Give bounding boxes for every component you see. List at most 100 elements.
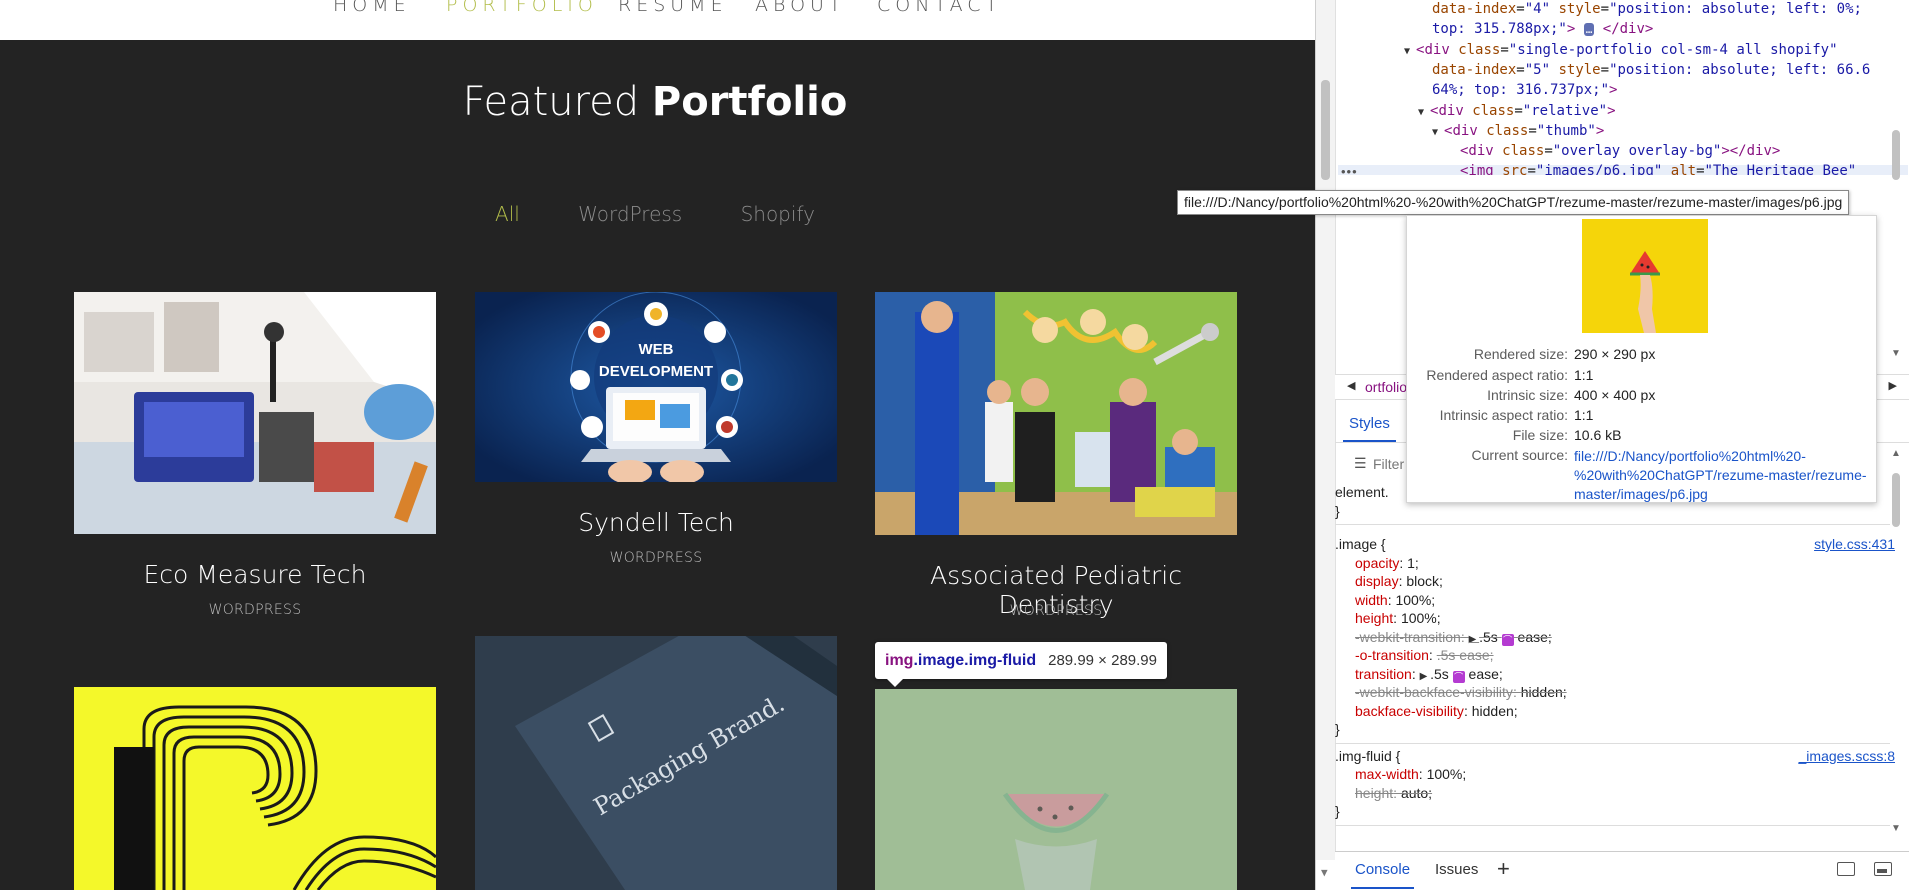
- code-token: >: [1595, 122, 1605, 139]
- nav-home[interactable]: HOME: [333, 0, 411, 16]
- code-token: <div: [1430, 102, 1473, 119]
- rule-close-brace[interactable]: }: [1335, 721, 1340, 737]
- collapsed-ellipsis-icon[interactable]: …: [1583, 23, 1595, 37]
- nav-about[interactable]: ABOUT: [755, 0, 846, 16]
- scroll-down-arrow-icon[interactable]: ▼: [1891, 348, 1901, 359]
- project-thumbnail[interactable]: [875, 292, 1237, 535]
- code-token: top: 315.788px;": [1432, 21, 1567, 38]
- css-declaration[interactable]: -webkit-backface-visibility: hidden;: [1355, 684, 1567, 700]
- css-declaration[interactable]: backface-visibility: hidden;: [1355, 703, 1518, 719]
- nav-resume[interactable]: RESUME: [618, 0, 728, 16]
- css-rule-selector[interactable]: .img-fluid {: [1335, 748, 1400, 764]
- dock-icon[interactable]: [1837, 862, 1855, 876]
- code-token: =: [1600, 1, 1610, 17]
- easing-swatch-icon[interactable]: ⌒: [1452, 670, 1465, 683]
- breadcrumb-item[interactable]: ortfolio: [1365, 379, 1407, 395]
- expand-triangle-icon[interactable]: ▼: [1404, 46, 1416, 57]
- expand-triangle-icon[interactable]: ▶: [1469, 634, 1479, 645]
- breadcrumb-left-arrow-icon[interactable]: ◀: [1347, 379, 1355, 392]
- nav-contact[interactable]: CONTACT: [877, 0, 1002, 16]
- css-declaration[interactable]: opacity: 1;: [1355, 555, 1419, 571]
- tab-console[interactable]: Console: [1350, 861, 1415, 889]
- more-dots-icon[interactable]: •••: [1341, 164, 1358, 179]
- code-token: "The Heritage Bee": [1704, 163, 1857, 175]
- expand-triangle-icon[interactable]: ▼: [1418, 107, 1430, 118]
- dom-node-line[interactable]: <img src="images/p6.jpg" alt="The Herita…: [1460, 163, 1856, 175]
- scroll-down-arrow[interactable]: ▼: [1321, 866, 1328, 879]
- nav-portfolio[interactable]: PORTFOLIO: [446, 0, 598, 16]
- css-declaration[interactable]: -o-transition: .5s ease;: [1355, 647, 1494, 663]
- css-declaration[interactable]: -webkit-transition: ▶ .5s ⌒ ease;: [1355, 629, 1552, 646]
- styles-scrollbar[interactable]: ▲ ▼: [1889, 448, 1903, 838]
- easing-swatch-icon[interactable]: ⌒: [1501, 633, 1514, 646]
- project-thumbnail[interactable]: [875, 689, 1237, 890]
- expand-triangle-icon[interactable]: ▼: [1432, 127, 1444, 138]
- scrollbar-thumb[interactable]: [1892, 130, 1900, 180]
- project-thumbnail[interactable]: Packaging Brand.: [475, 636, 837, 890]
- css-source-link[interactable]: _images.scss:8: [1799, 748, 1895, 764]
- drawer-toggle-icon[interactable]: [1874, 862, 1892, 876]
- dom-node-line[interactable]: data-index="4" style="position: absolute…: [1432, 1, 1862, 17]
- dom-node-line[interactable]: top: 315.788px;"> … </div>: [1432, 21, 1653, 37]
- css-declaration[interactable]: max-width: 100%;: [1355, 766, 1466, 782]
- current-source-link[interactable]: file:///D:/Nancy/portfolio%20html%20-%20…: [1574, 447, 1874, 504]
- add-tab-icon[interactable]: +: [1497, 856, 1510, 882]
- project-title[interactable]: Syndell Tech: [475, 508, 837, 537]
- code-token: style: [1558, 1, 1601, 17]
- css-declaration[interactable]: display: block;: [1355, 573, 1443, 589]
- css-rule-selector[interactable]: .image {: [1335, 536, 1386, 552]
- dom-node-line[interactable]: ▼ <div class="thumb">: [1432, 123, 1604, 139]
- gutter-scrollbar[interactable]: [1321, 80, 1330, 180]
- breadcrumb-right-arrow-icon[interactable]: ▶: [1889, 379, 1897, 392]
- dom-node-line[interactable]: 64%; top: 316.737px;">: [1432, 82, 1617, 98]
- project-thumbnail[interactable]: [74, 292, 436, 534]
- code-token: data-index: [1432, 1, 1517, 17]
- filter-wordpress[interactable]: WordPress: [578, 202, 682, 226]
- image-url-tooltip: file:///D:/Nancy/portfolio%20html%20-%20…: [1177, 190, 1850, 215]
- code-token: =: [1544, 143, 1553, 160]
- rule-divider: [1335, 824, 1890, 826]
- css-declaration[interactable]: height: 100%;: [1355, 610, 1441, 626]
- dom-node-line[interactable]: <div class="overlay overlay-bg"></div>: [1460, 143, 1780, 159]
- project-title[interactable]: Eco Measure Tech: [74, 560, 436, 589]
- rule-close-brace[interactable]: }: [1335, 803, 1340, 819]
- scroll-down-arrow-icon[interactable]: ▼: [1891, 823, 1901, 834]
- css-declaration[interactable]: height: auto;: [1355, 785, 1432, 801]
- packaging-brand-image: Packaging Brand.: [475, 636, 837, 890]
- watermelon-image: [875, 689, 1237, 890]
- css-source-link[interactable]: style.css:431: [1814, 536, 1895, 552]
- tooltip-dimensions: 289.99 × 289.99: [1048, 652, 1157, 669]
- code-token: <img: [1460, 163, 1503, 175]
- css-declaration[interactable]: transition: ▶ .5s ⌒ ease;: [1355, 666, 1503, 683]
- project-thumbnail[interactable]: [74, 687, 436, 890]
- dom-tree-scrollbar[interactable]: ▼: [1889, 130, 1903, 360]
- scroll-up-arrow-icon[interactable]: ▲: [1891, 448, 1901, 459]
- rule-close-brace[interactable]: }: [1335, 503, 1340, 519]
- filter-icon: ☰: [1354, 455, 1367, 471]
- styles-filter-input[interactable]: Filter: [1373, 456, 1404, 472]
- code-token: =: [1516, 61, 1525, 78]
- rule-divider: [1335, 742, 1890, 744]
- top-navigation: HOME PORTFOLIO RESUME ABOUT CONTACT: [0, 0, 1315, 40]
- code-token: =: [1527, 163, 1536, 175]
- filter-all[interactable]: All: [495, 202, 520, 226]
- tab-issues[interactable]: Issues: [1435, 861, 1478, 878]
- elements-dom-tree[interactable]: data-index="4" style="position: absolute…: [1338, 0, 1909, 175]
- css-declaration[interactable]: width: 100%;: [1355, 592, 1435, 608]
- expand-triangle-icon[interactable]: ▶: [1420, 671, 1430, 682]
- tab-styles[interactable]: Styles: [1343, 415, 1396, 442]
- code-token: >: [1566, 21, 1584, 38]
- devtools-gutter: ▼: [1316, 0, 1336, 879]
- dom-node-line[interactable]: ▼ <div class="single-portfolio col-sm-4 …: [1404, 42, 1838, 58]
- portfolio-filters: All WordPress Shopify: [0, 202, 1310, 226]
- code-token: "4": [1524, 1, 1551, 17]
- dom-node-line[interactable]: ▼ <div class="relative">: [1418, 103, 1616, 119]
- code-token: "5": [1524, 61, 1551, 78]
- project-thumbnail[interactable]: WEB DEVELOPMENT: [475, 292, 837, 482]
- filter-shopify[interactable]: Shopify: [741, 202, 815, 226]
- dom-node-line[interactable]: data-index="5" style="position: absolute…: [1432, 62, 1870, 78]
- scrollbar-thumb[interactable]: [1892, 473, 1900, 527]
- element-style-rule[interactable]: element.: [1335, 484, 1389, 500]
- code-token: </div>: [1594, 21, 1654, 38]
- image-preview: [1582, 219, 1708, 333]
